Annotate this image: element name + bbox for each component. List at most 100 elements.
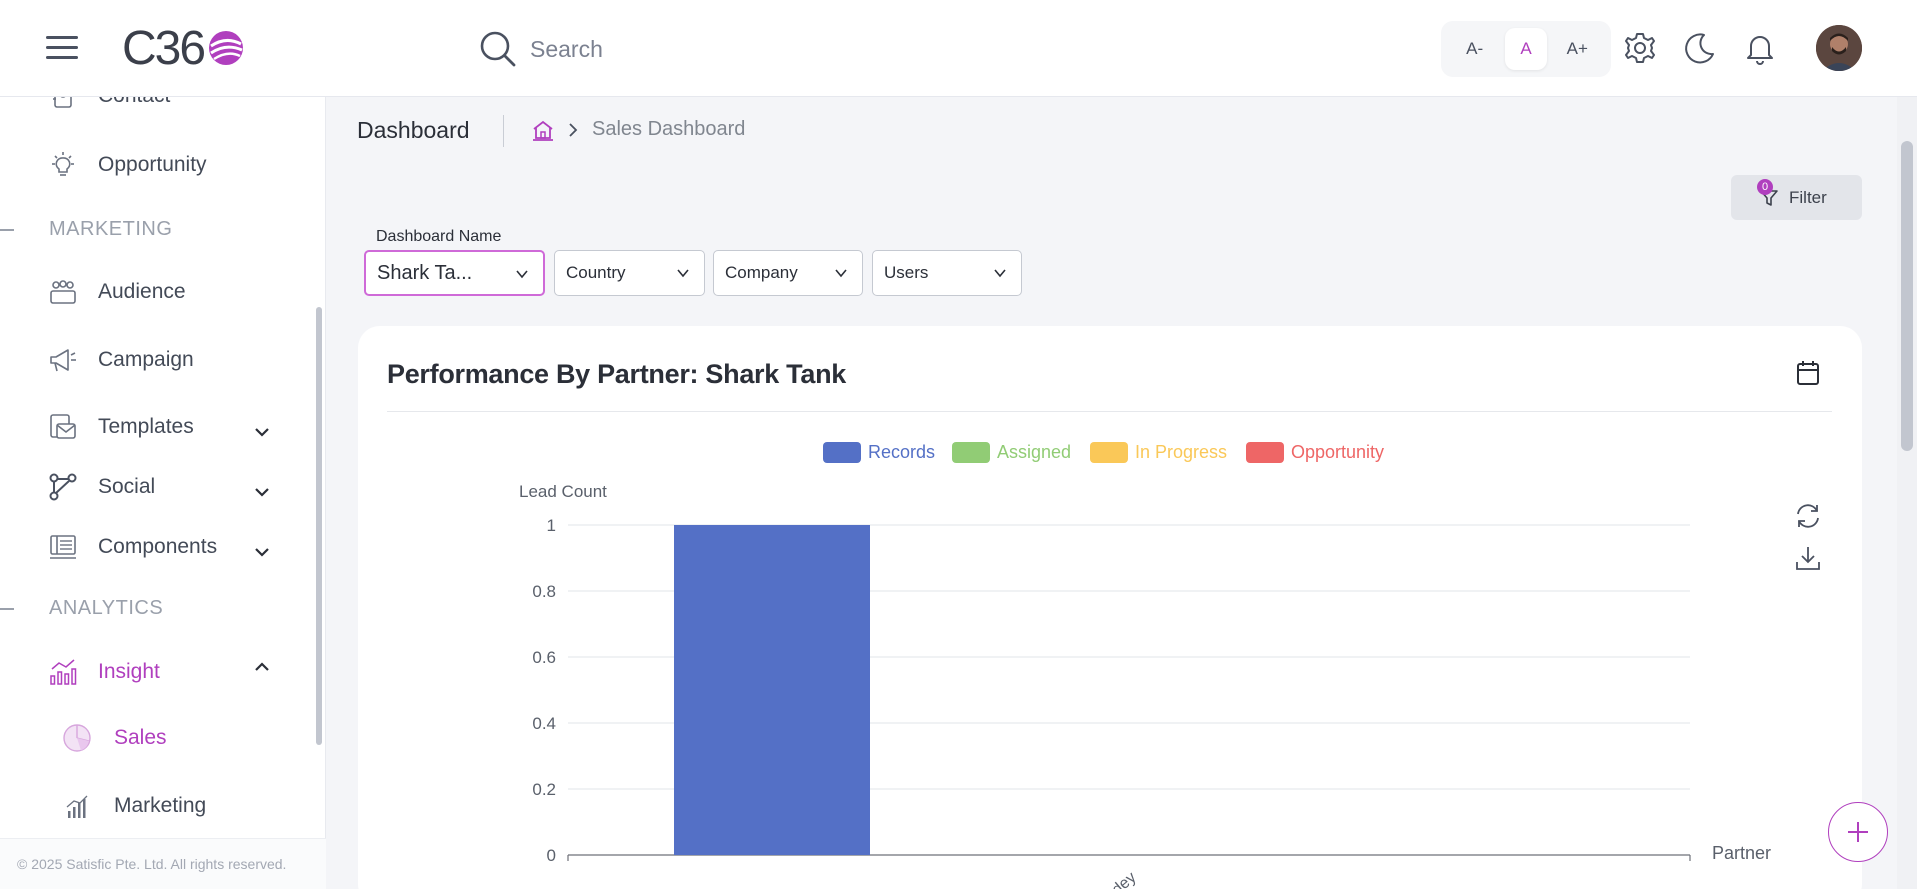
bar-chart-icon (66, 795, 88, 818)
legend-label: Records (868, 442, 935, 462)
pie-chart-icon (63, 724, 91, 752)
select-value: Country (566, 263, 626, 282)
download-icon[interactable] (1794, 544, 1822, 572)
top-header: C36 Search A- A A+ (0, 0, 1917, 97)
chevron-down-icon (994, 269, 1006, 278)
sidebar-item-templates[interactable]: Templates (48, 412, 194, 442)
gear-icon[interactable] (1622, 30, 1658, 66)
sidebar-item-insight[interactable]: Insight (48, 657, 160, 687)
insight-icon (50, 659, 77, 685)
y-tick-label: 0.4 (532, 714, 556, 733)
sidebar-item-label: Insight (98, 660, 160, 683)
select-value: Company (725, 263, 798, 282)
sidebar-scrollbar[interactable] (316, 307, 322, 745)
sidebar-item-opportunity[interactable]: Opportunity (48, 150, 207, 180)
contact-icon (53, 97, 72, 108)
chevron-down-icon[interactable] (252, 542, 272, 562)
legend-swatch (823, 442, 861, 463)
dashboard-name-select[interactable]: Shark Ta... (364, 250, 545, 296)
audience-icon (50, 280, 76, 304)
sidebar-subitem-sales[interactable]: Sales (62, 723, 167, 753)
sidebar-item-campaign[interactable]: Campaign (48, 345, 194, 375)
section-divider (0, 228, 14, 231)
y-tick-label: 0 (547, 846, 556, 865)
sidebar-item-audience[interactable]: Audience (48, 277, 186, 307)
section-label: MARKETING (49, 218, 173, 240)
sidebar-section-marketing: MARKETING (0, 218, 172, 241)
menu-toggle-icon[interactable] (46, 36, 78, 60)
country-select[interactable]: Country (554, 250, 705, 296)
chart-card: Performance By Partner: Shark Tank Recor… (358, 326, 1862, 889)
font-decrease-button[interactable]: A- (1454, 28, 1496, 70)
bell-icon[interactable] (1742, 30, 1778, 66)
templates-icon (50, 414, 76, 439)
select-value: Users (884, 263, 929, 282)
refresh-icon[interactable] (1794, 502, 1822, 530)
search-icon (480, 31, 516, 67)
legend-swatch (1246, 442, 1284, 463)
moon-icon[interactable] (1682, 30, 1718, 66)
filter-label: Filter (1789, 187, 1827, 207)
logo-globe-icon (209, 31, 244, 65)
sidebar-item-label: Audience (98, 280, 186, 303)
sidebar-subitem-marketing[interactable]: Marketing (62, 791, 206, 821)
legend-label: Opportunity (1291, 442, 1384, 462)
search-input[interactable]: Search (530, 36, 603, 63)
home-icon[interactable] (532, 119, 554, 141)
copyright-footer: © 2025 Satisfic Pte. Ltd. All rights res… (0, 838, 326, 889)
sidebar-item-label: Sales (114, 726, 167, 749)
lightbulb-icon (52, 152, 74, 176)
chevron-up-icon[interactable] (252, 657, 272, 677)
select-value: Shark Ta... (377, 261, 473, 284)
chevron-down-icon (677, 269, 689, 278)
sidebar-item-label: Opportunity (98, 153, 207, 176)
x-axis-label: Partner (1712, 843, 1771, 863)
y-tick-label: 0.2 (532, 780, 556, 799)
title-divider (503, 115, 504, 147)
legend-label: In Progress (1135, 442, 1227, 462)
logo-text: C36 (122, 21, 206, 75)
chevron-down-icon[interactable] (252, 422, 272, 442)
avatar-image (1816, 25, 1862, 71)
megaphone-icon (50, 349, 76, 372)
social-icon (49, 473, 77, 501)
dashboard-name-label: Dashboard Name (376, 228, 502, 245)
sidebar: Contact Opportunity MARKETING Audience C… (0, 97, 326, 889)
components-icon (50, 535, 76, 559)
scrollbar-thumb[interactable] (1901, 141, 1913, 451)
filter-count-badge: 0 (1757, 179, 1773, 195)
bar-records (674, 525, 870, 855)
sidebar-section-analytics: ANALYTICS (0, 597, 163, 620)
y-tick-label: 1 (547, 516, 556, 535)
filter-button[interactable]: 0 Filter (1731, 175, 1862, 220)
users-select[interactable]: Users (872, 250, 1022, 296)
legend-swatch (1090, 442, 1128, 463)
breadcrumb-sales-dashboard[interactable]: Sales Dashboard (592, 118, 745, 141)
y-tick-label: 0.8 (532, 582, 556, 601)
chevron-down-icon (835, 269, 847, 278)
sidebar-item-social[interactable]: Social (48, 472, 155, 502)
chevron-down-icon[interactable] (252, 482, 272, 502)
sidebar-item-label: Contact (98, 97, 170, 108)
font-size-switcher: A- A A+ (1441, 21, 1611, 77)
font-increase-button[interactable]: A+ (1556, 28, 1598, 70)
y-tick-label: 0.6 (532, 648, 556, 667)
legend-swatch (952, 442, 990, 463)
sidebar-item-contact[interactable]: Contact (48, 97, 170, 111)
page-title: Dashboard (357, 117, 470, 143)
sidebar-item-label: Campaign (98, 348, 194, 371)
chevron-down-icon (516, 270, 528, 279)
y-axis-label: Lead Count (519, 482, 607, 501)
section-divider (0, 607, 14, 610)
x-tick-label: ...dey (1099, 869, 1140, 889)
app-logo[interactable]: C36 (122, 21, 246, 75)
sidebar-item-components[interactable]: Components (48, 532, 217, 562)
add-fab-button[interactable] (1828, 802, 1888, 862)
company-select[interactable]: Company (713, 250, 863, 296)
section-label: ANALYTICS (49, 597, 164, 619)
main-scrollbar[interactable] (1897, 97, 1917, 889)
chevron-right-icon (569, 123, 578, 137)
user-avatar[interactable] (1816, 25, 1862, 71)
search-bar[interactable]: Search (478, 28, 898, 70)
font-default-button[interactable]: A (1504, 28, 1547, 70)
